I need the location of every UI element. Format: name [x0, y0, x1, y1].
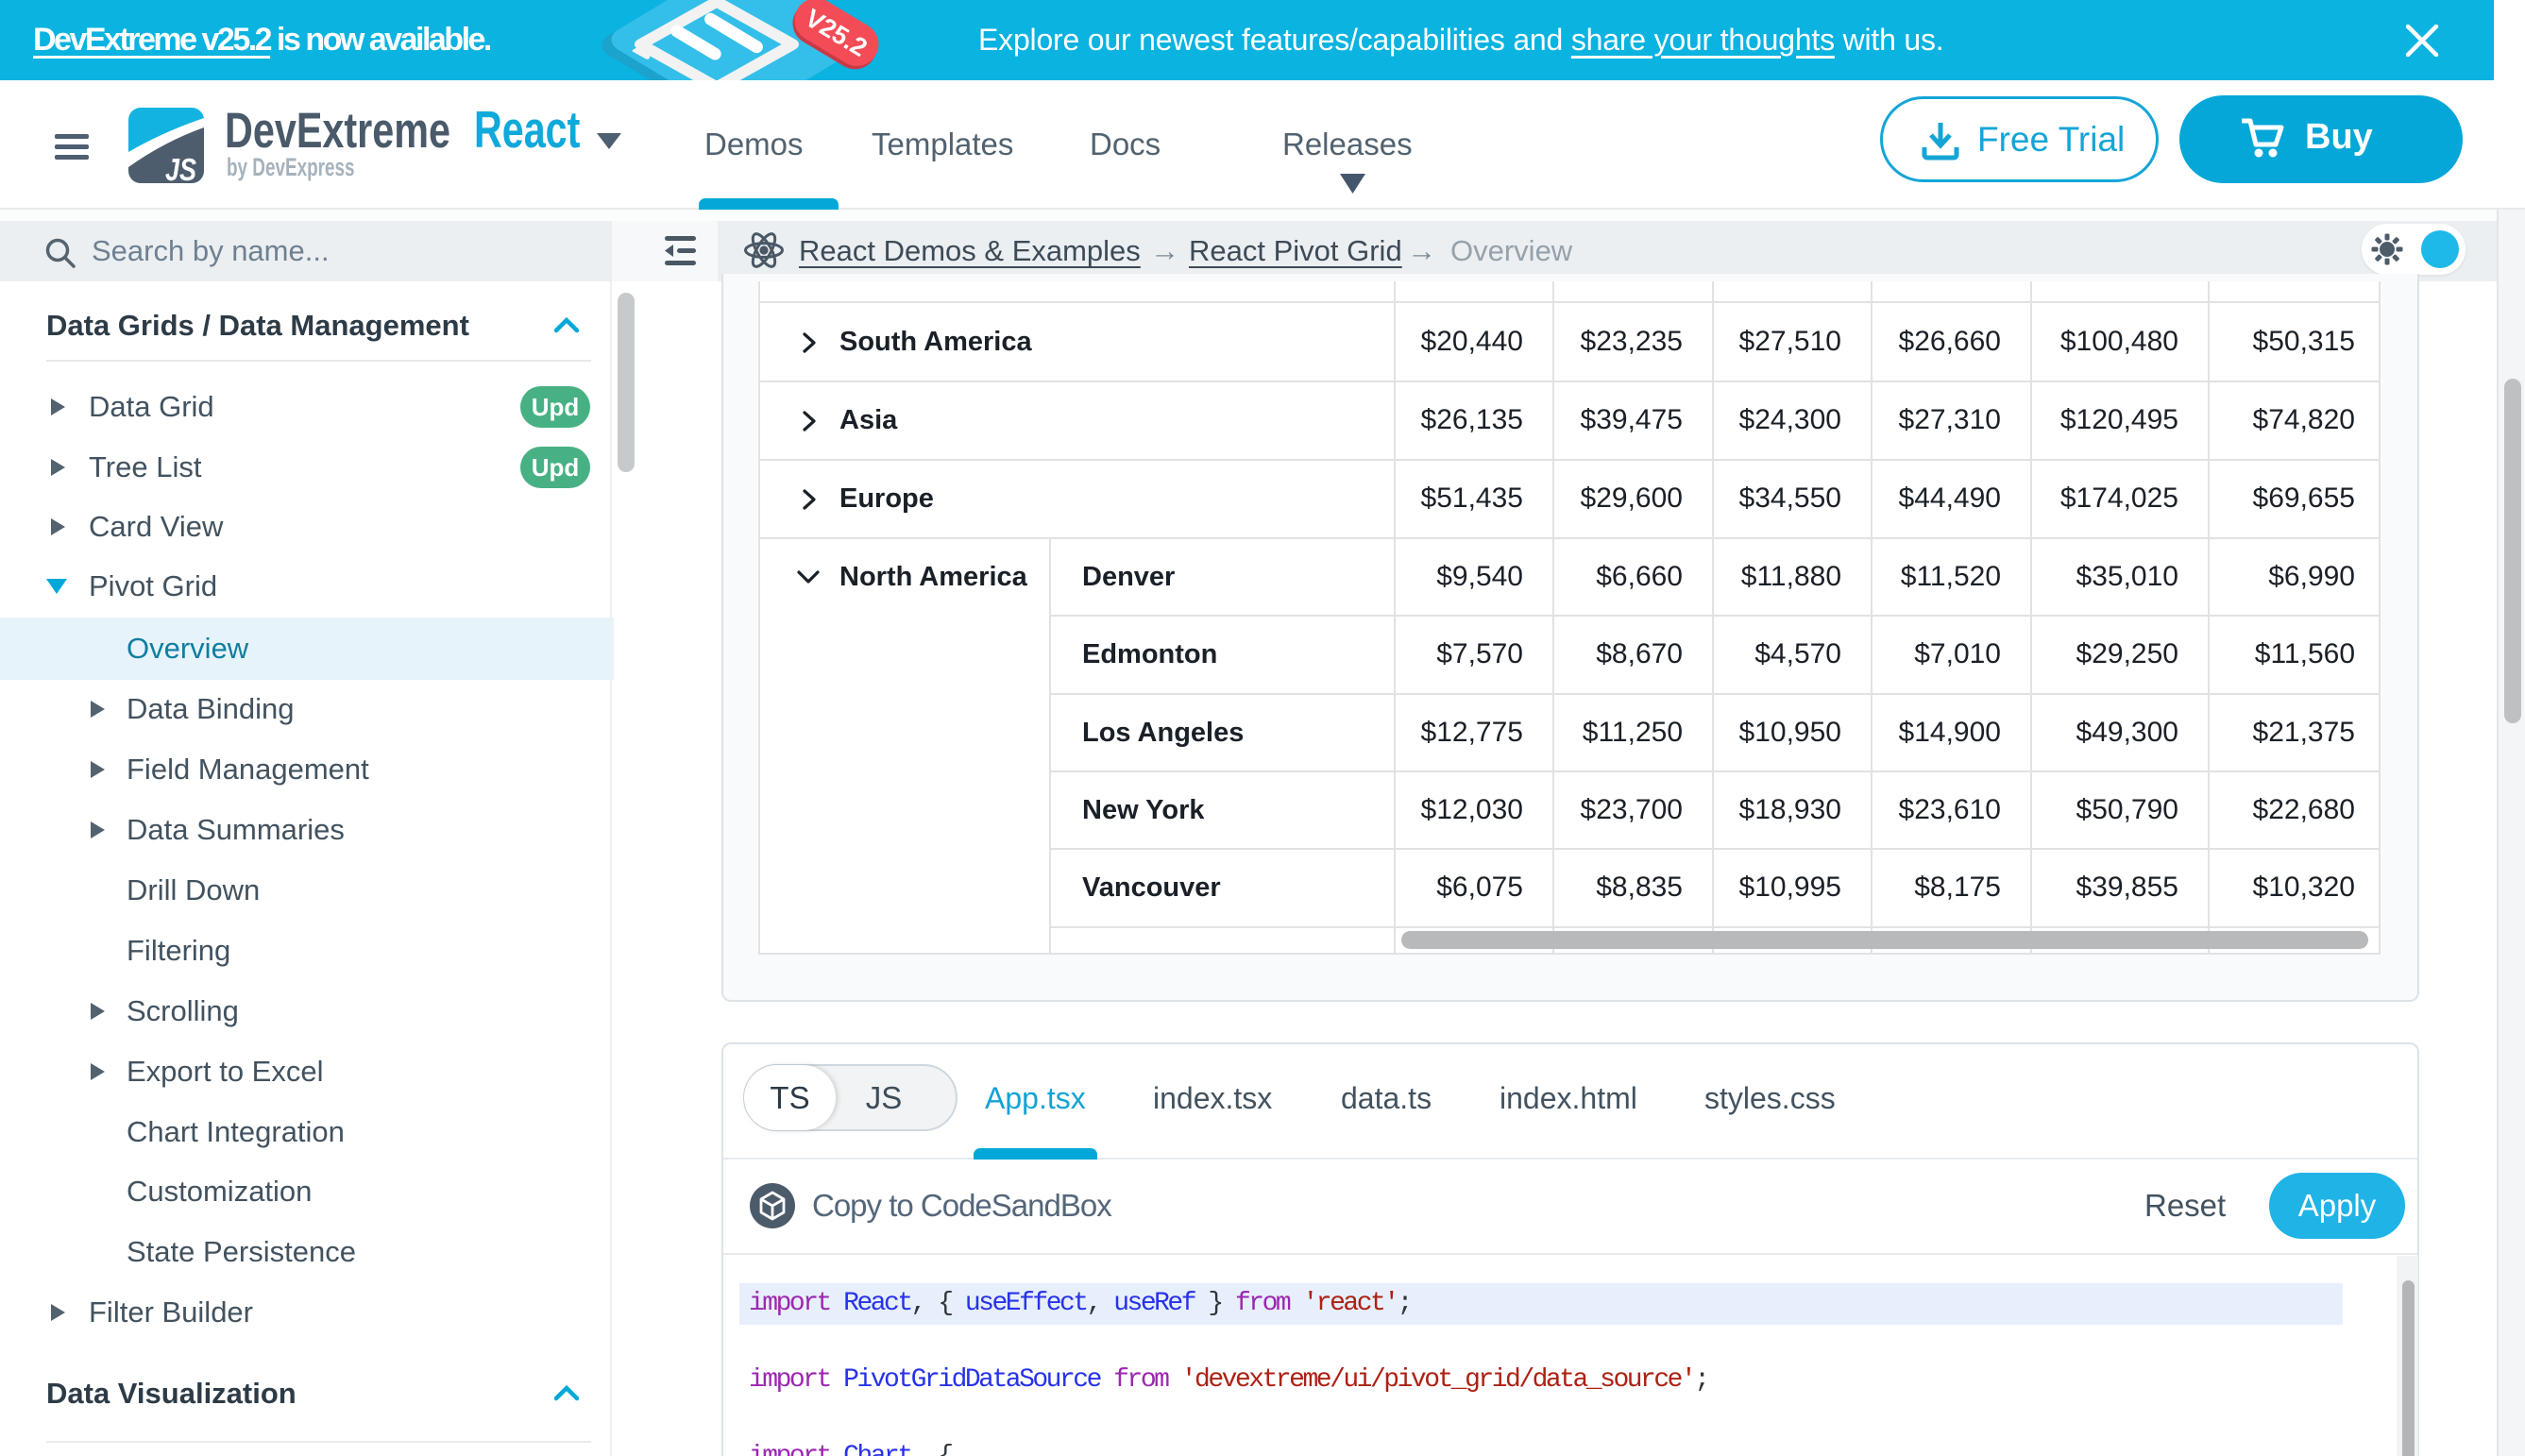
- svg-text:JS: JS: [165, 152, 196, 183]
